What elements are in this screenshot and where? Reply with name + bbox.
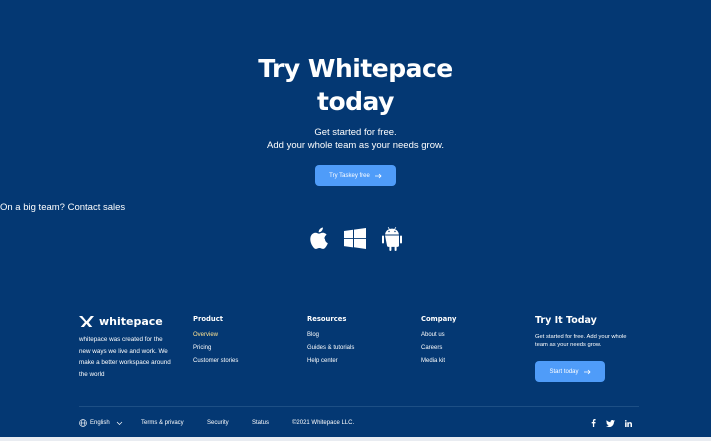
android-icon[interactable]: [382, 227, 402, 251]
arrow-right-icon: [583, 369, 591, 374]
footer-link-customer-stories[interactable]: Customer stories: [193, 355, 238, 368]
windows-icon[interactable]: [344, 228, 366, 249]
linkedin-icon[interactable]: [625, 419, 632, 427]
footer-column-title: Resources: [307, 315, 347, 323]
language-selector[interactable]: English: [79, 419, 123, 427]
hero-title-line2: today: [317, 87, 394, 116]
start-today-button[interactable]: Start today: [535, 361, 605, 382]
footer-link-guides[interactable]: Guides & tutorials: [307, 342, 354, 355]
terms-privacy-link[interactable]: Terms & privacy: [141, 419, 184, 427]
start-today-label: Start today: [549, 368, 579, 375]
facebook-icon[interactable]: [591, 419, 596, 427]
footer-link-careers[interactable]: Careers: [421, 342, 456, 355]
hero-subtitle-line1: Get started for free.: [314, 127, 397, 138]
footer-link-help-center[interactable]: Help center: [307, 355, 354, 368]
footer-column-resources: Resources Blog Guides & tutorials Help c…: [307, 315, 354, 368]
globe-icon: [79, 419, 87, 427]
whitepace-logo-icon: [79, 316, 94, 327]
footer-column-title: Company: [421, 315, 457, 323]
footer-try-section: Try It Today Get started for free. Add y…: [535, 315, 635, 349]
footer-description: whitepace was created for the new ways w…: [79, 336, 171, 378]
contact-sales-link[interactable]: On a big team? Contact sales: [0, 202, 711, 214]
footer-link-media-kit[interactable]: Media kit: [421, 355, 456, 368]
status-link[interactable]: Status: [252, 419, 269, 427]
footer-logo[interactable]: whitepace: [79, 315, 163, 328]
footer-try-text: Get started for free. Add your whole tea…: [535, 334, 627, 348]
hero-title-line1: Try Whitepace: [258, 54, 453, 83]
footer-link-blog[interactable]: Blog: [307, 329, 354, 342]
platform-icons: [308, 226, 404, 252]
social-links: [591, 419, 632, 427]
try-free-button[interactable]: Try Taskey free: [315, 165, 396, 186]
footer-column-title: Product: [193, 315, 223, 323]
twitter-icon[interactable]: [606, 419, 615, 427]
try-free-label: Try Taskey free: [329, 172, 370, 179]
footer-column-product: Product Overview Pricing Customer storie…: [193, 315, 238, 368]
language-label: English: [90, 420, 110, 426]
footer-link-overview[interactable]: Overview: [193, 329, 238, 342]
hero-subtitle-line2: Add your whole team as your needs grow.: [267, 140, 444, 151]
hero-subtitle: Get started for free. Add your whole tea…: [0, 126, 711, 152]
apple-icon[interactable]: [308, 226, 328, 250]
security-link[interactable]: Security: [207, 419, 229, 427]
footer-try-title: Try It Today: [535, 315, 597, 326]
footer-link-pricing[interactable]: Pricing: [193, 342, 238, 355]
footer-divider: [79, 406, 639, 407]
brand-name: whitepace: [99, 315, 163, 328]
bottom-scroll-edge: [0, 437, 711, 441]
footer-link-about-us[interactable]: About us: [421, 329, 456, 342]
chevron-down-icon: [116, 421, 122, 425]
copyright-text: ©2021 Whitepace LLC.: [292, 420, 355, 426]
hero-title: Try Whitepace today: [0, 52, 711, 118]
arrow-right-icon: [374, 173, 382, 178]
footer-column-company: Company About us Careers Media kit: [421, 315, 456, 368]
